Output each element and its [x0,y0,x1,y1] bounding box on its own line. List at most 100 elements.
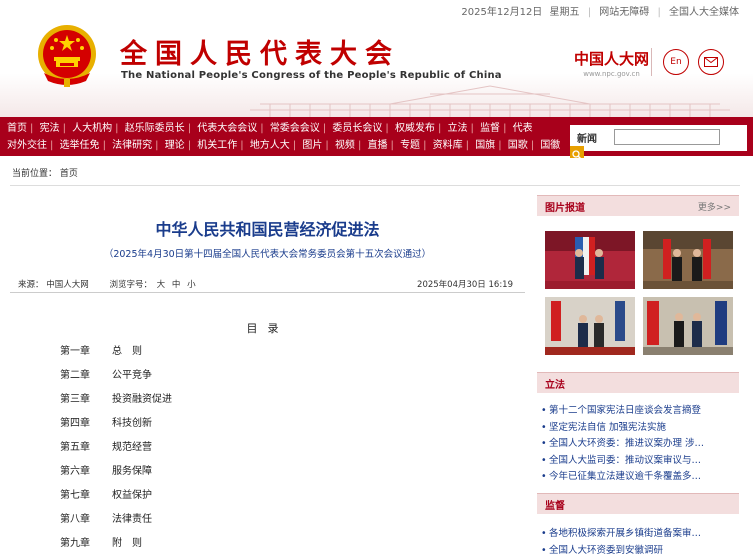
list-item[interactable]: •全国人大监司委：推动议案审议与… [541,452,739,469]
breadcrumb-divider [10,185,740,186]
news-photo[interactable] [643,297,733,355]
nav-item-constitution[interactable]: 宪法 [39,123,61,134]
toc-item: 第四章科技创新 [60,414,172,438]
photo-report-more-link[interactable]: 更多>> [698,200,731,213]
current-date: 2025年12月12日 [459,7,544,18]
nav-item-chairman[interactable]: 赵乐际委员长 [124,123,186,134]
font-size-large[interactable]: 大 [157,280,166,290]
toc-chapter: 第三章 [60,390,112,405]
nav-item-legal-research[interactable]: 法律研究 [111,140,153,151]
news-photo[interactable] [545,231,635,289]
nav-item-local-congress[interactable]: 地方人大 [249,140,291,151]
font-size-small[interactable]: 小 [187,280,196,290]
nav-item-live[interactable]: 直播 [367,140,389,151]
toc-name: 规范经营 [112,442,152,453]
toc-item: 第五章规范经营 [60,438,172,462]
nav-item-supervision[interactable]: 监督 [479,123,501,134]
list-item[interactable]: •坚定宪法自信 加强宪法实施 [541,419,739,436]
font-size-label: 浏览字号： [109,280,152,290]
search-box: 新闻 [570,125,747,151]
nav-item-authoritative-release[interactable]: 权威发布 [394,123,436,134]
meta-divider [10,292,525,293]
nav-item-flag[interactable]: 国旗 [474,140,496,151]
nav-item-standing-committee-sessions[interactable]: 常委会会议 [269,123,321,134]
site-title: 全国人民代表大会 [120,32,400,71]
supervision-title[interactable]: 监督 [545,497,565,512]
list-item[interactable]: •全国人大环资委到安徽调研 [541,542,739,558]
nav-item-congress-sessions[interactable]: 代表大会会议 [196,123,258,134]
site-header: 全国人民代表大会 The National People's Congress … [0,20,753,117]
list-item[interactable]: •今年已征集立法建议逾千条覆盖多… [541,468,739,485]
nav-item-office-work[interactable]: 机关工作 [196,140,238,151]
national-emblem-icon[interactable] [34,23,100,89]
toc-chapter: 第八章 [60,510,112,525]
nav-item-home[interactable]: 首页 [6,123,28,134]
nav-item-legislation[interactable]: 立法 [447,123,469,134]
nav-item-anthem[interactable]: 国歌 [507,140,529,151]
photo-report-title[interactable]: 图片报道 [545,199,585,214]
search-category-label[interactable]: 新闻 [577,130,597,145]
list-item[interactable]: •全国人大环资委：推进议案办理 涉… [541,435,739,452]
accessibility-link[interactable]: 网站无障碍 [597,7,651,18]
toc-name: 科技创新 [112,418,152,429]
list-item-text: 全国人大监司委：推动议案审议与… [549,455,701,466]
nav-item-foreign-affairs[interactable]: 对外交往 [6,140,48,151]
toc-name: 公平竞争 [112,370,152,381]
nav-item-database[interactable]: 资料库 [432,140,464,151]
search-input[interactable] [614,129,720,145]
photo-report-header: 图片报道 更多>> [537,195,739,216]
nav-row-2: 对外交往| 选举任免| 法律研究| 理论| 机关工作| 地方人大| 图片| 视频… [6,137,546,154]
nav-item-chairmen-council[interactable]: 委员长会议 [331,123,383,134]
article-title: 中华人民共和国民营经济促进法 [10,216,525,240]
list-item[interactable]: •各地积极探索开展乡镇街道备案审… [541,525,739,542]
search-icon [570,149,584,161]
legislation-news-list: •第十二个国家宪法日座谈会发言摘登 •坚定宪法自信 加强宪法实施 •全国人大环资… [541,402,739,485]
mail-icon [704,57,718,67]
nav-item-deputies[interactable]: 代表 [512,123,534,134]
toc-chapter: 第六章 [60,462,112,477]
list-item[interactable]: •第十二个国家宪法日座谈会发言摘登 [541,402,739,419]
logo-divider [651,48,652,76]
news-photo[interactable] [643,231,733,289]
toc-name: 附 则 [112,538,142,549]
nav-item-emblem[interactable]: 国徽 [539,140,561,151]
supervision-header: 监督 [537,493,739,514]
npc-logo-text: 中国人大网 [574,48,649,69]
toc-item: 第六章服务保障 [60,462,172,486]
current-weekday: 星期五 [548,7,582,18]
toc-item: 第七章权益保护 [60,486,172,510]
legislation-title[interactable]: 立法 [545,376,565,391]
supervision-news-list: •各地积极探索开展乡镇街道备案审… •全国人大环资委到安徽调研 [541,525,739,558]
toc-name: 服务保障 [112,466,152,477]
nav-item-video[interactable]: 视频 [334,140,356,151]
top-utility-bar: 2025年12月12日 星期五 | 网站无障碍 | 全国人大全媒体 [0,0,753,20]
search-button[interactable] [570,146,584,158]
nav-item-npc-organs[interactable]: 人大机构 [71,123,113,134]
mail-button[interactable] [698,49,724,75]
publish-date: 2025年04月30日 16:19 [417,278,513,290]
legislation-header: 立法 [537,372,739,393]
toc-name: 权益保护 [112,490,152,501]
nav-item-elections[interactable]: 选举任免 [59,140,101,151]
source-value: 中国人大网 [46,280,89,290]
nav-item-pictures[interactable]: 图片 [301,140,323,151]
article-meta: 来源： 中国人大网 浏览字号： 大 中 小 [18,278,200,290]
list-item-text: 各地积极探索开展乡镇街道备案审… [549,528,701,539]
toc-item: 第九章附 则 [60,534,172,558]
toc-chapter: 第二章 [60,366,112,381]
nav-item-theory[interactable]: 理论 [164,140,186,151]
toc-chapter: 第五章 [60,438,112,453]
font-size-medium[interactable]: 中 [172,280,181,290]
nav-item-topics[interactable]: 专题 [399,140,421,151]
news-photo[interactable] [545,297,635,355]
toc-item: 第一章总 则 [60,342,172,366]
media-link[interactable]: 全国人大全媒体 [667,7,741,18]
npc-logo[interactable]: 中国人大网 www.npc.gov.cn [574,48,649,78]
breadcrumb-home-link[interactable]: 首页 [60,169,78,179]
source-label: 来源： [18,280,44,290]
toc-item: 第八章法律责任 [60,510,172,534]
toc-item: 第三章投资融资促进 [60,390,172,414]
english-button[interactable]: En [663,49,689,75]
list-item-text: 第十二个国家宪法日座谈会发言摘登 [549,405,701,416]
toc-item: 第二章公平竞争 [60,366,172,390]
